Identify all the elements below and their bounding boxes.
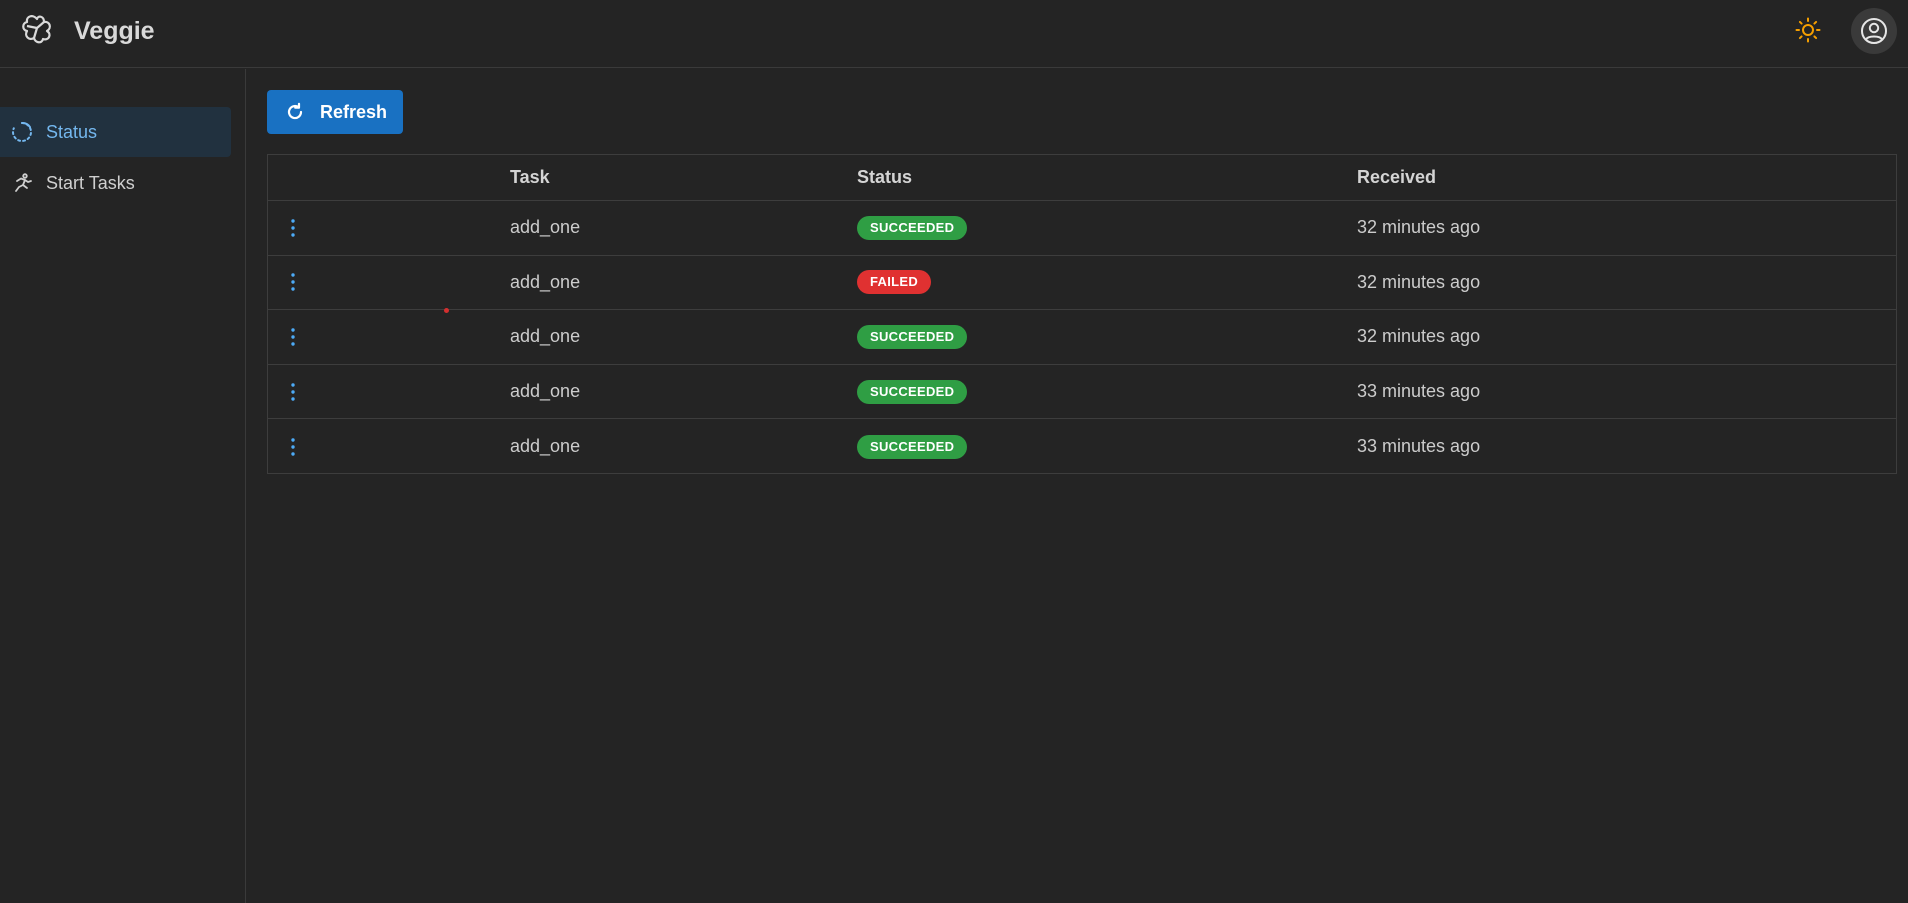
column-header-task: Task <box>510 167 550 187</box>
more-vertical-icon <box>291 328 295 346</box>
status-badge: SUCCEEDED <box>857 379 968 404</box>
more-vertical-icon <box>291 437 295 456</box>
received-time: 32 minutes ago <box>1357 217 1481 238</box>
sidebar-item-label: Start Tasks <box>46 172 135 193</box>
status-cell: SUCCEEDED <box>857 201 968 255</box>
veggie-logo-icon <box>22 15 51 44</box>
task-name: add_one <box>510 381 581 402</box>
received-time: 33 minutes ago <box>1357 436 1481 457</box>
row-menu-button[interactable] <box>288 310 298 364</box>
received-time: 32 minutes ago <box>1357 326 1481 347</box>
task-name: add_one <box>510 217 581 238</box>
sun-icon[interactable] <box>1795 17 1821 43</box>
task-name: add_one <box>510 271 581 292</box>
sidebar: Status Start Tasks <box>0 69 246 903</box>
app-title: Veggie <box>74 17 155 45</box>
loader-icon <box>12 122 32 142</box>
status-badge: SUCCEEDED <box>857 434 968 459</box>
status-cell: SUCCEEDED <box>857 310 968 364</box>
status-badge: SUCCEEDED <box>857 324 968 349</box>
task-name: add_one <box>510 326 581 347</box>
cursor-dot <box>444 308 449 313</box>
status-badge: SUCCEEDED <box>857 215 968 240</box>
refresh-icon <box>287 102 303 120</box>
more-vertical-icon <box>291 382 295 401</box>
task-name: add_one <box>510 436 581 457</box>
row-menu-button[interactable] <box>288 256 298 310</box>
task-status-table: Task Status Received add_one SUCCEEDED 32 … <box>267 154 1897 474</box>
status-cell: SUCCEEDED <box>857 365 968 419</box>
top-bar: Veggie <box>0 0 1908 68</box>
table-header-row: Task Status Received <box>268 155 1896 201</box>
table-row: add_one SUCCEEDED 32 minutes ago <box>268 201 1896 256</box>
column-header-received: Received <box>1357 167 1437 187</box>
status-cell: SUCCEEDED <box>857 419 968 474</box>
sidebar-item-label: Status <box>46 121 98 142</box>
table-row: add_one SUCCEEDED 32 minutes ago <box>268 310 1896 365</box>
status-badge: FAILED <box>857 270 932 295</box>
more-vertical-icon <box>291 273 295 292</box>
user-circle-icon <box>1861 18 1887 44</box>
refresh-button[interactable]: Refresh <box>267 90 403 134</box>
run-icon <box>15 173 32 192</box>
received-time: 33 minutes ago <box>1357 381 1481 402</box>
sidebar-item-status[interactable]: Status <box>0 107 231 157</box>
column-header-status: Status <box>857 167 913 187</box>
refresh-label: Refresh <box>320 101 388 122</box>
table-row: add_one SUCCEEDED 33 minutes ago <box>268 419 1896 474</box>
received-time: 32 minutes ago <box>1357 271 1481 292</box>
row-menu-button[interactable] <box>288 419 298 474</box>
sidebar-item-start-tasks[interactable]: Start Tasks <box>0 158 231 208</box>
row-menu-button[interactable] <box>288 201 298 255</box>
status-cell: FAILED <box>857 256 932 310</box>
table-row: add_one SUCCEEDED 33 minutes ago <box>268 365 1896 420</box>
user-menu-button[interactable] <box>1851 8 1897 54</box>
more-vertical-icon <box>291 219 295 237</box>
row-menu-button[interactable] <box>288 365 298 419</box>
table-row: add_one FAILED 32 minutes ago <box>268 256 1896 311</box>
